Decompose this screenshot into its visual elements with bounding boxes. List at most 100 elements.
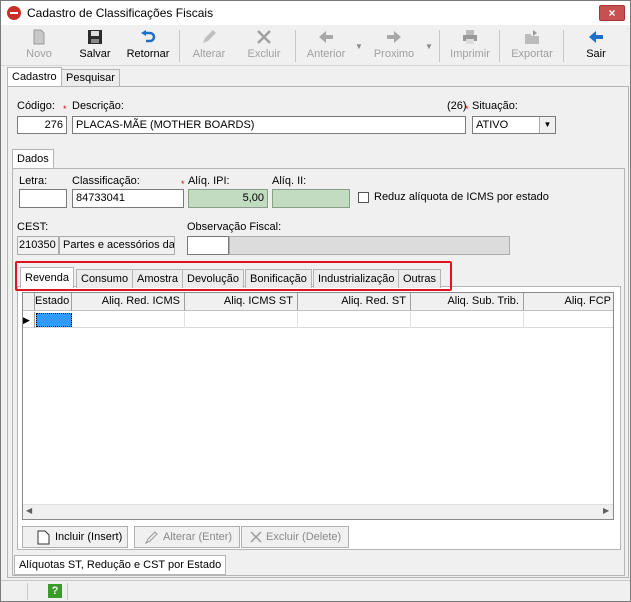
chevron-down-icon[interactable]: ▼ (539, 117, 555, 133)
excluir-label: Excluir (247, 48, 281, 60)
classificacao-label: Classificação: (72, 175, 140, 187)
col-header-aliq-red-icms[interactable]: Aliq. Red. ICMS (72, 293, 185, 311)
grid-cell[interactable] (72, 312, 185, 328)
cest-description-field: Partes e acessórios das (59, 236, 175, 255)
toolbar-separator (179, 30, 180, 62)
situacao-label: Situação: (472, 100, 518, 112)
toolbar-separator (563, 30, 564, 62)
col-header-aliq-red-st[interactable]: Aliq. Red. ST (298, 293, 411, 311)
retornar-button[interactable]: Retornar (123, 26, 173, 64)
novo-label: Novo (26, 48, 52, 60)
new-document-icon (37, 530, 50, 545)
toolbar: Novo Salvar Retornar Alterar Excluir Ant… (1, 26, 630, 66)
status-divider (27, 583, 28, 600)
row-indicator-icon: ▶ (23, 312, 35, 328)
anterior-dropdown-icon[interactable]: ▼ (355, 42, 363, 51)
help-icon[interactable]: ? (48, 584, 62, 598)
salvar-button[interactable]: Salvar (75, 26, 115, 64)
edit-pencil-icon (145, 531, 158, 544)
anterior-button[interactable]: Anterior (303, 26, 349, 64)
sair-button[interactable]: Sair (575, 26, 617, 64)
undo-arrow-icon (141, 30, 156, 43)
reduz-label[interactable]: Reduz alíquota de ICMS por estado (374, 191, 549, 203)
excluir-grid-button[interactable]: Excluir (Delete) (241, 526, 349, 548)
col-header-aliq-sub-trib[interactable]: Aliq. Sub. Trib. (411, 293, 524, 311)
classificacao-field[interactable]: 84733041 (72, 189, 184, 208)
grid-cell[interactable] (298, 312, 411, 328)
scroll-right-icon[interactable]: ▶ (603, 506, 609, 515)
retornar-label: Retornar (126, 48, 170, 60)
printer-icon (463, 30, 477, 44)
arrow-right-icon (387, 31, 401, 43)
tab-dados[interactable]: Dados (12, 149, 54, 168)
arrow-left-icon (319, 31, 333, 43)
alterar-button[interactable]: Alterar (187, 26, 231, 64)
letra-field[interactable] (19, 189, 67, 208)
exportar-button[interactable]: Exportar (507, 26, 557, 64)
required-marker: * (465, 104, 469, 114)
col-header-aliq-icms-st[interactable]: Aliq. ICMS ST (185, 293, 298, 311)
close-button[interactable]: × (599, 5, 625, 21)
proximo-button[interactable]: Proximo (371, 26, 417, 64)
reduz-checkbox[interactable] (358, 192, 369, 203)
obs-fiscal-code-field[interactable] (187, 236, 229, 255)
edit-pencil-icon (203, 30, 216, 43)
col-header-estado[interactable]: Estado (35, 293, 72, 311)
required-marker: * (63, 104, 67, 114)
app-logo-icon (7, 6, 21, 20)
obs-fiscal-description-field (229, 236, 510, 255)
tab-cadastro[interactable]: Cadastro (7, 67, 62, 86)
window-title: Cadastro de Classificações Fiscais (27, 6, 214, 20)
aliq-ii-label: Alíq. II: (272, 175, 307, 187)
novo-button[interactable]: Novo (19, 26, 59, 64)
cest-code-field[interactable]: 210350 (17, 236, 59, 255)
obs-fiscal-label: Observação Fiscal: (187, 221, 282, 233)
grid-cell[interactable] (411, 312, 524, 328)
title-bar: Cadastro de Classificações Fiscais × (1, 1, 630, 25)
table-row[interactable]: ▶ (23, 312, 613, 328)
toolbar-separator (499, 30, 500, 62)
proximo-dropdown-icon[interactable]: ▼ (425, 42, 433, 51)
required-marker: * (181, 179, 185, 189)
situacao-value: ATIVO (476, 119, 509, 131)
imprimir-label: Imprimir (450, 48, 490, 60)
status-divider (67, 583, 68, 600)
grid-cell-estado[interactable] (36, 313, 72, 327)
toolbar-separator (295, 30, 296, 62)
excluir-grid-label: Excluir (Delete) (266, 531, 342, 543)
descricao-label: Descrição: (72, 100, 124, 112)
situacao-select[interactable]: ATIVO ▼ (472, 116, 556, 134)
tab-pesquisar[interactable]: Pesquisar (61, 69, 120, 86)
delete-x-icon (250, 531, 262, 543)
horizontal-scrollbar[interactable]: ◀ ▶ (23, 504, 613, 519)
proximo-label: Proximo (373, 48, 415, 60)
aliq-ii-field[interactable] (272, 189, 350, 208)
aliq-ipi-label: Alíq. IPI: (188, 175, 230, 187)
excluir-button[interactable]: Excluir (241, 26, 287, 64)
subtabs-highlight-box (15, 261, 452, 291)
aliquotas-grid[interactable]: Estado Aliq. Red. ICMS Aliq. ICMS ST Ali… (22, 292, 614, 520)
incluir-button[interactable]: Incluir (Insert) (22, 526, 128, 548)
grid-header-corner (23, 293, 35, 311)
col-header-aliq-fcp[interactable]: Aliq. FCP (524, 293, 613, 311)
status-bar: ? (1, 580, 630, 601)
descricao-field[interactable]: PLACAS-MÃE (MOTHER BOARDS) (72, 116, 466, 134)
imprimir-button[interactable]: Imprimir (447, 26, 493, 64)
exit-arrow-icon (589, 31, 603, 43)
aliq-ipi-field[interactable]: 5,00 (188, 189, 268, 208)
export-folder-icon (525, 30, 539, 44)
alterar-label: Alterar (192, 48, 226, 60)
descricao-count: (26) (447, 100, 467, 112)
alterar-grid-button[interactable]: Alterar (Enter) (134, 526, 240, 548)
salvar-label: Salvar (79, 48, 111, 60)
tab-aliquotas-st[interactable]: Alíquotas ST, Redução e CST por Estado (14, 555, 227, 575)
exportar-label: Exportar (511, 48, 553, 60)
save-disk-icon (88, 30, 102, 44)
anterior-label: Anterior (306, 48, 346, 60)
toolbar-separator (439, 30, 440, 62)
new-document-icon (33, 29, 45, 45)
codigo-field[interactable]: 276 (17, 116, 67, 134)
incluir-label: Incluir (Insert) (55, 531, 123, 543)
scroll-left-icon[interactable]: ◀ (26, 506, 32, 515)
grid-cell[interactable] (185, 312, 298, 328)
